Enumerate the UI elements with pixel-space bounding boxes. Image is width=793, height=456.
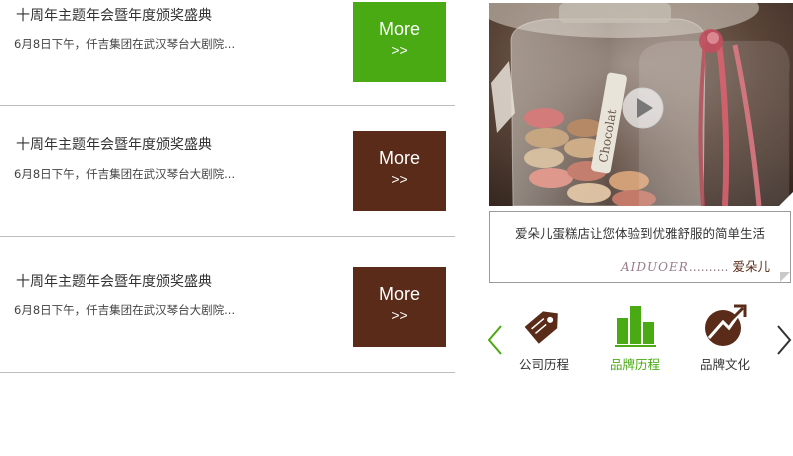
brand-caption-box: 爱朵儿蛋糕店让您体验到优雅舒服的简单生活 AIDUOER.......... 爱…: [489, 211, 791, 283]
video-thumbnail[interactable]: Chocolat: [489, 3, 793, 206]
carousel-next-arrow-icon[interactable]: [776, 324, 792, 356]
news-title[interactable]: 十周年主题年会暨年度颁奖盛典: [16, 271, 212, 291]
brand-slogan: 爱朵儿蛋糕店让您体验到优雅舒服的简单生活: [514, 226, 765, 241]
brand-name: 爱朵儿: [732, 259, 770, 274]
carousel-item-label: 品牌历程: [609, 357, 660, 372]
news-title[interactable]: 十周年主题年会暨年度颁奖盛典: [16, 134, 212, 154]
more-button[interactable]: More >>: [353, 131, 446, 211]
bar-chart-icon: [615, 306, 656, 347]
carousel-item-company-history[interactable]: 公司历程: [499, 302, 589, 373]
carousel-item-brand-history[interactable]: 品牌历程: [590, 302, 680, 373]
carousel-item-label: 公司历程: [518, 357, 569, 372]
play-icon[interactable]: [622, 87, 664, 129]
news-item: 十周年主题年会暨年度颁奖盛典 6月8日下午，仟吉集团在武汉琴台大剧院... Mo…: [0, 237, 455, 373]
news-title[interactable]: 十周年主题年会暨年度颁奖盛典: [16, 5, 212, 25]
price-tag-icon: [524, 311, 558, 344]
more-button-label: More: [378, 19, 420, 39]
more-button-label: More: [378, 284, 420, 304]
more-button-arrows: >>: [391, 42, 408, 58]
news-description: 6月8日下午，仟吉集团在武汉琴台大剧院...: [14, 303, 236, 317]
more-button-arrows: >>: [391, 171, 408, 187]
carousel-item-label: 品牌文化: [699, 357, 750, 372]
macaron-jar-image: Chocolat: [489, 3, 793, 206]
news-item: 十周年主题年会暨年度颁奖盛典 6月8日下午，仟吉集团在武汉琴台大剧院... Mo…: [0, 106, 455, 237]
page-fold-shadow: [780, 272, 790, 282]
more-button[interactable]: More >>: [353, 267, 446, 347]
brand-signature: AIDUOER.......... 爱朵儿: [621, 256, 770, 275]
more-button-label: More: [378, 148, 420, 168]
brand-dots: ..........: [688, 259, 729, 274]
news-item: 十周年主题年会暨年度颁奖盛典 6月8日下午，仟吉集团在武汉琴台大剧院... Mo…: [0, 2, 455, 106]
more-button-arrows: >>: [391, 307, 408, 323]
news-description: 6月8日下午，仟吉集团在武汉琴台大剧院...: [14, 167, 236, 181]
brand-script-logo: AIDUOER: [620, 260, 689, 274]
more-button[interactable]: More >>: [353, 2, 446, 82]
news-description: 6月8日下午，仟吉集团在武汉琴台大剧院...: [14, 37, 236, 51]
carousel-item-brand-culture[interactable]: 品牌文化: [680, 302, 770, 373]
growth-arrow-icon: [705, 304, 747, 346]
